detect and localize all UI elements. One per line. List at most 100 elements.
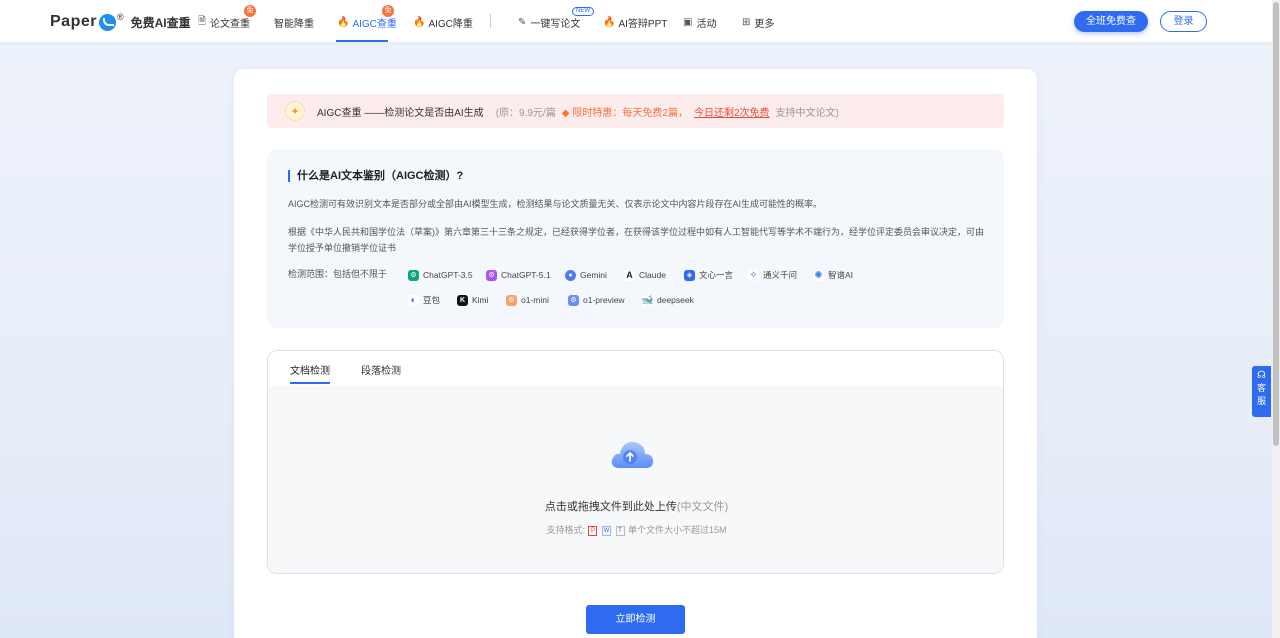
nav-item-smart-rewrite[interactable]: 智能降重 <box>274 15 314 30</box>
info-title: 什么是AI文本鉴别（AIGC检测）? <box>288 170 463 182</box>
deepseek-whale-icon: 🐋 <box>641 294 654 306</box>
free-badge: 免 <box>244 5 256 17</box>
nav-label: AIGC查重 <box>352 18 397 30</box>
promo-title: AIGC查重 ——检测论文是否由AI生成 <box>317 107 484 119</box>
model-label: 豆包 <box>423 295 441 305</box>
promo-banner: ✦ AIGC查重 ——检测论文是否由AI生成 (原：9.9元/篇 ◆ 限时特惠：每… <box>267 94 1004 128</box>
model-chatgpt-5-1: ⚙ ChatGPT-5.1 <box>486 268 551 282</box>
tab-paragraph-check[interactable]: 段落检测 <box>361 362 401 377</box>
promo-tag: ◆ 限时特惠：每天免费2篇， <box>562 104 688 119</box>
info-paragraph-2: 根据《中华人民共和国学位法（草案)》第六章第三十三条之规定，已经获得学位者，在获… <box>288 227 985 253</box>
fire-icon: 🔥 <box>337 16 350 28</box>
active-tab-indicator <box>336 40 388 42</box>
free-badge: 免 <box>382 5 394 17</box>
scrollbar-thumb[interactable] <box>1273 2 1279 446</box>
model-kimi: K Kimi <box>457 293 489 307</box>
site-logo[interactable]: Paper ® 免费AI查重 <box>50 11 191 33</box>
model-label: Kimi <box>472 295 489 305</box>
new-badge: NEW <box>572 7 594 16</box>
nav-item-activity[interactable]: ▣ 活动 <box>683 15 717 30</box>
model-label: 文心一言 <box>699 270 734 280</box>
qwen-icon: ✧ <box>748 269 759 281</box>
nav-label: AI答辩PPT <box>618 18 668 30</box>
active-tab-underline <box>290 382 330 384</box>
model-label: 通义千问 <box>763 270 798 280</box>
nav-item-paper-check[interactable]: 🗎 论文查重 <box>198 15 251 30</box>
kimi-icon: K <box>457 294 468 306</box>
model-deepseek: 🐋 deepseek <box>641 293 694 307</box>
model-label: o1-mini <box>521 295 549 305</box>
coupon-icon: ◆ <box>561 107 570 119</box>
model-label: ChatGPT-3.5 <box>423 270 473 280</box>
upload-panel: 文档检测 段落检测 点击或拖拽文件到此处上传(中文文件) 支持格式: P W T… <box>267 350 1004 574</box>
calendar-icon: ▣ <box>683 16 693 28</box>
model-gemini: ● Gemini <box>565 268 607 282</box>
cs-char: 服 <box>1256 396 1266 406</box>
cs-char: 客 <box>1256 383 1266 393</box>
free-class-check-button[interactable]: 全班免费查 <box>1074 11 1148 32</box>
txt-icon: T <box>615 525 625 536</box>
nav-label: 论文查重 <box>210 18 251 30</box>
nav-label: 一键写论文 <box>530 18 581 30</box>
gift-icon: ✦ <box>285 101 305 121</box>
openai-icon: ⚙ <box>506 294 517 306</box>
ernie-icon: ◈ <box>684 269 695 281</box>
nav-divider <box>490 14 491 28</box>
page-scrollbar[interactable] <box>1272 0 1280 638</box>
gemini-icon: ● <box>565 269 576 281</box>
model-wenxin: ◈ 文心一言 <box>684 268 733 282</box>
info-paragraph-1: AIGC检测可有效识别文本是否部分或全部由AI模型生成，检测结果与论文质量无关、… <box>288 199 823 209</box>
model-label: 智谱AI <box>828 270 854 280</box>
detect-now-button[interactable]: 立即检测 <box>586 605 685 634</box>
formats-label: 支持格式: <box>546 525 585 535</box>
model-label: Gemini <box>580 270 607 280</box>
doubao-icon: ◐ <box>408 294 419 306</box>
model-zhipu: ✺ 智谱AI <box>813 268 853 282</box>
model-o1-preview: ⚙ o1-preview <box>568 293 625 307</box>
headset-icon: ☊ <box>1257 370 1266 381</box>
openai-icon: ⚙ <box>486 269 497 281</box>
nav-label: 更多 <box>754 18 775 30</box>
pen-icon: ✎ <box>518 16 527 28</box>
openai-icon: ⚙ <box>408 269 419 281</box>
model-claude: A Claude <box>624 268 666 282</box>
customer-service-button[interactable]: ☊ 客 服 <box>1252 366 1271 417</box>
tab-document-check[interactable]: 文档检测 <box>290 362 330 377</box>
cloud-upload-icon <box>611 441 654 468</box>
nav-item-aigc-rewrite[interactable]: 🔥 AIGC降重 <box>413 15 473 30</box>
nav-item-aigc-check[interactable]: 🔥 AIGC查重 <box>337 15 397 30</box>
model-label: o1-preview <box>583 295 625 305</box>
login-button[interactable]: 登录 <box>1160 11 1207 32</box>
word-icon: W <box>602 525 611 536</box>
top-header: Paper ® 免费AI查重 🗎 论文查重 免 智能降重 🔥 AIGC查重 免 … <box>0 0 1272 43</box>
promo-support-note: 支持中文论文) <box>775 107 839 119</box>
grid-icon: ⊞ <box>742 16 751 28</box>
model-chatgpt-3-5: ⚙ ChatGPT-3.5 <box>408 268 473 282</box>
document-search-icon: 🗎 <box>198 15 207 27</box>
upload-main-text: 点击或拖拽文件到此处上传 <box>544 501 677 513</box>
model-label: ChatGPT-5.1 <box>501 270 551 280</box>
promo-tag-text: 限时特惠：每天免费2篇， <box>572 107 688 119</box>
file-drop-zone[interactable]: 点击或拖拽文件到此处上传(中文文件) 支持格式: P W T 单个文件大小不超过… <box>268 386 1003 573</box>
model-tongyi: ✧ 通义千问 <box>748 268 797 282</box>
nav-item-ai-ppt[interactable]: 🔥 AI答辩PPT <box>603 15 668 30</box>
nav-item-more[interactable]: ⊞ 更多 <box>742 15 775 30</box>
nav-item-write-paper[interactable]: ✎ 一键写论文 <box>518 15 581 30</box>
upload-hint: (中文文件) <box>676 501 729 513</box>
upload-instruction: 点击或拖拽文件到此处上传(中文文件) <box>268 498 1003 514</box>
aigc-info-box: 什么是AI文本鉴别（AIGC检测）? AIGC检测可有效识别文本是否部分或全部由… <box>267 149 1004 328</box>
model-label: deepseek <box>657 295 694 305</box>
model-label: Claude <box>639 270 666 280</box>
openai-icon: ⚙ <box>568 294 579 306</box>
promo-original-price: (原：9.9元/篇 <box>495 107 556 119</box>
size-limit: 单个文件大小不超过15M <box>628 525 727 535</box>
main-card: ✦ AIGC查重 ——检测论文是否由AI生成 (原：9.9元/篇 ◆ 限时特惠：每… <box>234 69 1037 638</box>
model-doubao: ◐ 豆包 <box>408 293 440 307</box>
nav-label: 活动 <box>696 18 717 30</box>
promo-remaining-link[interactable]: 今日还剩2次免费 <box>694 104 770 119</box>
nav-label: 智能降重 <box>274 18 314 30</box>
fire-icon: 🔥 <box>603 16 616 28</box>
supported-formats: 支持格式: P W T 单个文件大小不超过15M <box>268 523 1003 536</box>
range-label: 检测范围：包括但不限于 <box>288 269 388 279</box>
logo-registered: ® <box>116 12 124 22</box>
